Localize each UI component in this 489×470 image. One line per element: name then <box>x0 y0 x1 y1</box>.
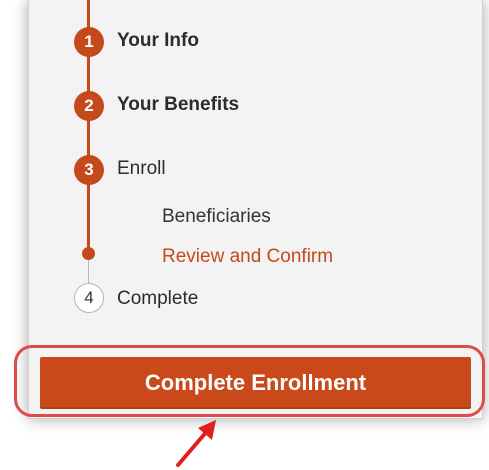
substep-review-and-confirm[interactable]: Review and Confirm <box>162 246 333 268</box>
step-enroll[interactable]: Enroll <box>117 158 166 180</box>
step-1-number: 1 <box>84 32 94 51</box>
step-4-indicator: 4 <box>74 283 104 313</box>
step-complete: Complete <box>117 288 199 309</box>
pointer-arrow-icon <box>176 420 216 467</box>
step-2-number: 2 <box>84 96 94 115</box>
step-your-benefits[interactable]: Your Benefits <box>117 94 239 116</box>
step-2-indicator: 2 <box>74 91 104 121</box>
substep-beneficiaries[interactable]: Beneficiaries <box>162 206 271 228</box>
step-4-number: 4 <box>84 288 94 307</box>
complete-enrollment-button[interactable]: Complete Enrollment <box>40 357 471 409</box>
current-substep-dot <box>82 247 95 260</box>
step-1-indicator: 1 <box>74 27 104 57</box>
step-3-number: 3 <box>84 160 94 179</box>
step-3-indicator: 3 <box>74 155 104 185</box>
step-your-info[interactable]: Your Info <box>117 30 199 52</box>
